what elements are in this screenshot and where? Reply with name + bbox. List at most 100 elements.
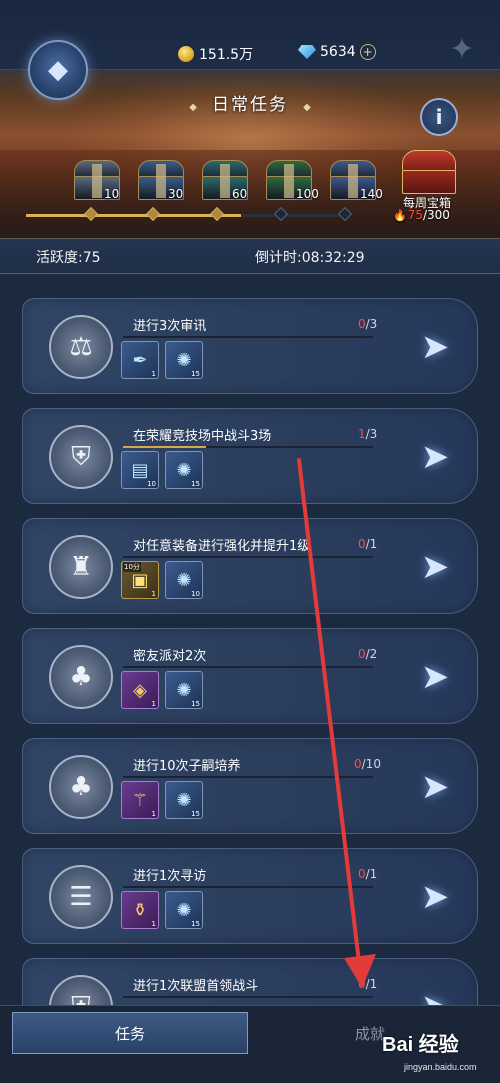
reward-quantity: 1 xyxy=(151,920,156,928)
scales-icon: ⚖ xyxy=(49,315,113,379)
weekly-chest[interactable] xyxy=(400,150,458,194)
task-progress-fill xyxy=(123,446,207,448)
chest-threshold-label: 100 xyxy=(296,187,319,201)
reward-quantity: 15 xyxy=(191,480,200,488)
reward-tag: 10分 xyxy=(123,562,141,572)
reward-item[interactable]: ▤ 10 xyxy=(121,451,159,489)
reward-item[interactable]: ✺ 15 xyxy=(165,781,203,819)
countdown-timer: 倒计时:08:32:29 xyxy=(255,250,365,266)
go-to-task-button[interactable]: ➤ xyxy=(413,325,457,369)
page-title: 日常任务 xyxy=(212,95,288,115)
gift-box-icon: ◈ xyxy=(133,679,147,701)
weekly-chest-lid xyxy=(402,150,456,172)
task-progress-total: /3 xyxy=(365,317,378,331)
flame-icon: 🔥 xyxy=(393,209,407,222)
go-to-task-button[interactable]: ➤ xyxy=(413,875,457,919)
task-progress: 1/3 xyxy=(358,427,377,441)
go-to-task-button[interactable]: ➤ xyxy=(413,435,457,479)
reward-quantity: 1 xyxy=(151,590,156,598)
task-name: 对任意装备进行强化并提升1级 xyxy=(133,539,311,554)
reward-item[interactable]: ⚱ 1 xyxy=(121,891,159,929)
crystal-icon: ✺ xyxy=(176,679,192,701)
go-to-task-button[interactable]: ➤ xyxy=(413,545,457,589)
ornament-right-icon: ◆ xyxy=(303,102,311,113)
reward-quantity: 15 xyxy=(191,920,200,928)
potion-icon: ⚱ xyxy=(132,899,148,921)
task-progress-bar xyxy=(123,996,373,998)
reward-item[interactable]: ◈ 1 xyxy=(121,671,159,709)
crystal-icon: ✺ xyxy=(176,899,192,921)
task-card[interactable]: ♣ 进行10次子嗣培养 0/10 ⚚ 1 ✺ 15 ➤ xyxy=(22,738,478,834)
crystal-icon: ✺ xyxy=(176,569,192,591)
task-progress: 0/1 xyxy=(358,977,377,991)
reward-item[interactable]: ✒ 1 xyxy=(121,341,159,379)
weekly-chest-progress: 🔥75/300 xyxy=(393,208,450,222)
go-to-task-button[interactable]: ➤ xyxy=(413,655,457,699)
task-progress: 0/10 xyxy=(354,757,381,771)
task-progress-bar xyxy=(123,776,373,778)
reward-quantity: 15 xyxy=(191,700,200,708)
family-tree-icon: ♣ xyxy=(49,645,113,709)
reward-item[interactable]: 10分 ▣ 1 xyxy=(121,561,159,599)
coin-amount: 151.5万 xyxy=(199,47,254,63)
reward-quantity: 15 xyxy=(191,810,200,818)
shield-swords-icon: ⛨ xyxy=(49,425,113,489)
chest-threshold-label: 60 xyxy=(232,187,248,201)
task-progress-bar xyxy=(123,886,373,888)
reward-item[interactable]: ✺ 15 xyxy=(165,451,203,489)
task-progress-current: 0 xyxy=(358,537,366,551)
info-button[interactable]: i xyxy=(420,98,458,136)
task-progress-current: 0 xyxy=(354,757,362,771)
coin-icon xyxy=(178,46,194,62)
go-to-task-button[interactable]: ➤ xyxy=(413,765,457,809)
gem-balance: 5634 + xyxy=(298,44,376,60)
chest-band xyxy=(156,164,166,198)
task-progress-current: 0 xyxy=(358,977,366,991)
reward-quantity: 1 xyxy=(151,700,156,708)
task-card[interactable]: ⚖ 进行3次审讯 0/3 ✒ 1 ✺ 15 ➤ xyxy=(22,298,478,394)
chest-threshold-label: 10 xyxy=(104,187,120,201)
watermark-logo: Bai 经验 xyxy=(382,1034,459,1056)
reward-item[interactable]: ✺ 15 xyxy=(165,891,203,929)
chest-band xyxy=(92,164,102,198)
chest-threshold-label: 30 xyxy=(168,187,184,201)
helmet-icon: ♜ xyxy=(49,535,113,599)
reward-quantity: 1 xyxy=(151,370,156,378)
task-progress-bar xyxy=(123,666,373,668)
task-card[interactable]: ⛨ 在荣耀竞技场中战斗3场 1/3 ▤ 10 ✺ 15 ➤ xyxy=(22,408,478,504)
gem-amount: 5634 xyxy=(320,44,356,60)
book-icon: ▤ xyxy=(131,459,149,481)
reward-item[interactable]: ✺ 10 xyxy=(165,561,203,599)
reward-quantity: 15 xyxy=(191,370,200,378)
task-name: 进行3次审讯 xyxy=(133,319,207,334)
reward-quantity: 10 xyxy=(191,590,200,598)
quill-icon: ✒ xyxy=(132,349,148,371)
task-card[interactable]: ☰ 进行1次寻访 0/1 ⚱ 1 ✺ 15 ➤ xyxy=(22,848,478,944)
task-progress-current: 0 xyxy=(358,317,366,331)
weekly-current: 75 xyxy=(407,208,423,222)
staff-icon: ⚚ xyxy=(131,789,149,811)
tab-tasks[interactable]: 任务 xyxy=(12,1012,248,1054)
add-gems-button[interactable]: + xyxy=(359,44,376,60)
chest-band xyxy=(284,164,294,198)
reward-item[interactable]: ✺ 15 xyxy=(165,341,203,379)
chest-band xyxy=(220,164,230,198)
chest-band xyxy=(348,164,358,198)
task-progress-total: /1 xyxy=(365,977,378,991)
task-card[interactable]: ♣ 密友派对2次 0/2 ◈ 1 ✺ 15 ➤ xyxy=(22,628,478,724)
task-name: 进行1次联盟首领战斗 xyxy=(133,979,259,994)
reward-quantity: 1 xyxy=(151,810,156,818)
task-progress-current: 0 xyxy=(358,867,366,881)
task-progress: 0/1 xyxy=(358,867,377,881)
reward-item[interactable]: ✺ 15 xyxy=(165,671,203,709)
task-progress: 0/1 xyxy=(358,537,377,551)
task-progress: 0/3 xyxy=(358,317,377,331)
weekly-chest-body xyxy=(402,170,456,194)
chest-icon: ▣ xyxy=(131,569,149,591)
task-progress-bar xyxy=(123,446,373,448)
chest-threshold-label: 140 xyxy=(360,187,383,201)
task-card[interactable]: ♜ 对任意装备进行强化并提升1级 0/1 10分 ▣ 1 ✺ 10 ➤ xyxy=(22,518,478,614)
task-progress-bar xyxy=(123,556,373,558)
reward-item[interactable]: ⚚ 1 xyxy=(121,781,159,819)
task-progress-total: /10 xyxy=(361,757,381,771)
